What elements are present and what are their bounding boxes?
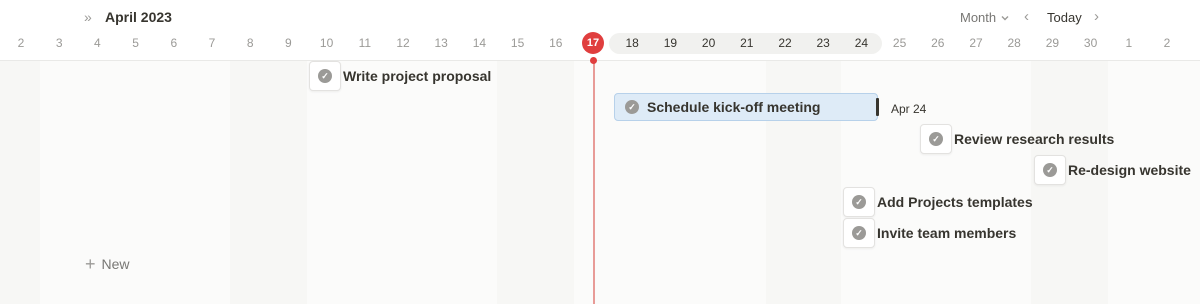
new-task-button[interactable]: + New	[85, 254, 130, 274]
chevron-down-icon	[1001, 15, 1009, 20]
task-item[interactable]: ✓ Re-design website	[1034, 155, 1191, 185]
today-line-dot	[590, 57, 597, 64]
task-item[interactable]: ✓ Review research results	[920, 124, 1114, 154]
day-label: 1	[1125, 36, 1133, 50]
day-label: 26	[931, 36, 945, 50]
day-label: 19	[663, 36, 678, 50]
task-item[interactable]: ✓ Add Projects templates	[843, 187, 1033, 217]
task-chip: ✓	[309, 61, 341, 91]
day-label: 14	[472, 36, 487, 50]
day-label: 7	[208, 36, 216, 50]
day-label: 11	[358, 36, 372, 50]
task-chip: ✓	[920, 124, 952, 154]
day-label: 21	[740, 36, 754, 50]
day-label: 13	[434, 36, 448, 50]
task-item[interactable]: ✓ Write project proposal	[309, 61, 491, 91]
day-label: 28	[1007, 36, 1021, 50]
task-item[interactable]: ✓ Invite team members	[843, 218, 1016, 248]
day-label: 10	[319, 36, 334, 50]
day-label: 29	[1045, 36, 1060, 50]
new-task-label: New	[101, 256, 130, 272]
plus-icon: +	[85, 254, 96, 274]
task-label: Add Projects templates	[877, 194, 1033, 210]
weekend-shade	[0, 61, 40, 304]
month-title: April 2023	[105, 9, 172, 25]
day-label: 25	[892, 36, 907, 50]
header-divider	[0, 60, 1200, 61]
task-chip: ✓	[1034, 155, 1066, 185]
task-label: Schedule kick-off meeting	[647, 99, 821, 115]
day-label: 6	[170, 36, 178, 50]
column-shade	[40, 61, 230, 304]
column-shade	[307, 61, 497, 304]
day-label: 12	[396, 36, 410, 50]
day-label: 4	[94, 36, 101, 50]
day-label: 23	[816, 36, 830, 50]
task-chip: ✓	[843, 218, 875, 248]
check-circle-icon: ✓	[318, 69, 332, 83]
day-label: 2	[17, 36, 25, 50]
task-label: Invite team members	[877, 225, 1017, 241]
day-label: 30	[1083, 36, 1098, 50]
day-label: 2	[1163, 36, 1171, 50]
day-label: 8	[246, 36, 254, 50]
chevron-left-icon[interactable]: ‹	[1024, 8, 1029, 25]
day-label: 22	[778, 36, 792, 50]
task-bar-selected[interactable]: ✓ Schedule kick-off meeting	[614, 93, 878, 121]
view-select[interactable]: Month	[960, 10, 1010, 25]
day-label: 3	[55, 36, 63, 50]
day-label: 9	[285, 36, 292, 50]
day-label: 20	[701, 36, 716, 50]
check-circle-icon: ✓	[852, 226, 866, 240]
task-label: Review research results	[954, 131, 1115, 147]
day-label: 18	[625, 36, 639, 50]
task-chip: ✓	[843, 187, 875, 217]
day-label: 24	[854, 36, 869, 50]
check-circle-icon: ✓	[852, 195, 866, 209]
weekend-shade	[497, 61, 574, 304]
day-label: 27	[969, 36, 983, 50]
today-button[interactable]: Today	[1047, 10, 1082, 25]
double-chevron-right-icon[interactable]: »	[84, 9, 92, 25]
task-resize-handle[interactable]	[876, 98, 879, 116]
task-label: Write project proposal	[343, 68, 492, 84]
check-circle-icon: ✓	[1043, 163, 1057, 177]
day-label: 5	[132, 36, 139, 50]
weekend-shade	[230, 61, 307, 304]
chevron-right-icon[interactable]: ›	[1094, 8, 1099, 25]
today-line	[593, 60, 595, 304]
timeline-toolbar: » April 2023 Month ‹ Today ›	[0, 0, 1200, 30]
day-label: 15	[510, 36, 525, 50]
check-circle-icon: ✓	[625, 100, 639, 114]
task-end-date: Apr 24	[891, 102, 927, 116]
task-label: Re-design website	[1068, 162, 1191, 178]
today-marker: 17	[582, 32, 604, 54]
check-circle-icon: ✓	[929, 132, 943, 146]
view-select-label: Month	[960, 10, 997, 25]
day-label: 16	[549, 36, 563, 50]
